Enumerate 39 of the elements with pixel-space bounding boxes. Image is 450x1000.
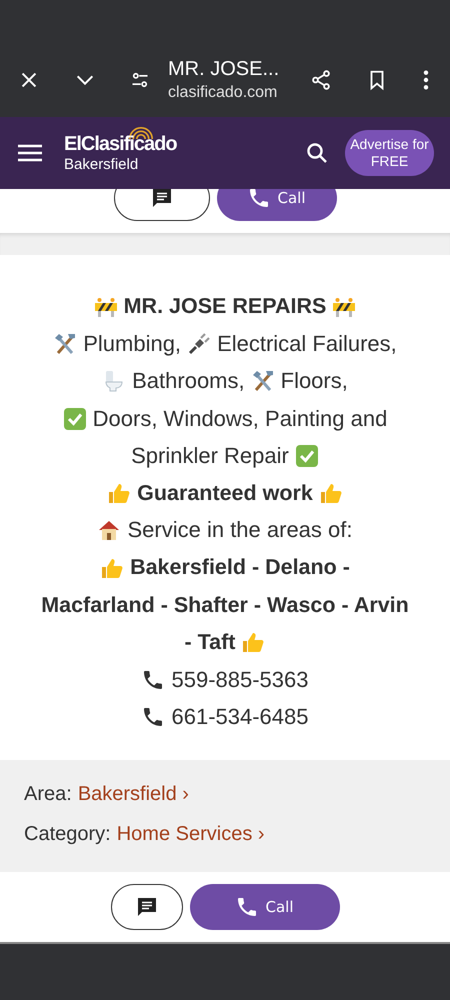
info-label: Area: [24,782,72,806]
search-icon[interactable] [305,141,329,165]
description-text: MR. JOSE REPAIRS [124,294,326,320]
description-text: Plumbing, [83,330,182,357]
call-button[interactable]: Call [190,884,340,930]
plug-icon [187,332,212,356]
description-text: Macfarland - Shafter - Wasco - Arvin [41,592,409,618]
check-mark-icon [294,444,319,468]
description-text: 559-885-5363 [171,666,308,693]
check-mark-icon [62,406,87,431]
description-text: Service in the areas of: [127,517,352,544]
menu-icon[interactable] [18,144,42,162]
city-name: Bakersfield [64,156,140,173]
description-text: 661-534-6485 [171,704,308,730]
page-title: MR. JOSE... [168,58,280,80]
description-text: Floors, [280,368,348,394]
call-button[interactable]: Call [216,189,336,221]
description-text: Guaranteed work [137,480,313,506]
share-icon[interactable] [310,68,332,90]
description-text: Bathrooms, [132,368,245,394]
info-link[interactable]: Home Services › [116,822,265,846]
hammer-and-wrench-icon [250,369,275,394]
hammer-and-wrench-icon [53,332,78,356]
page-url: clasificado.com [168,84,278,102]
description-text: Electrical Failures, [217,330,397,357]
more-icon[interactable] [422,68,430,90]
info-label: Category: [24,822,111,846]
advertise-button[interactable]: Advertise for FREE [345,130,434,176]
description-text: Sprinkler Repair [131,442,289,469]
house-icon [97,518,122,542]
thumbs-up-icon [241,630,266,654]
site-logo[interactable]: ElClasificado [64,133,305,156]
description-text: Doors, Windows, Painting and [92,406,388,432]
info-link[interactable]: Bakersfield › [78,782,189,806]
message-button[interactable] [110,884,182,930]
description-text: - Taft [184,630,236,655]
description-text: Bakersfield - Delano - [130,555,350,580]
thumbs-up-icon [318,481,343,506]
thumbs-up-icon [107,481,132,506]
